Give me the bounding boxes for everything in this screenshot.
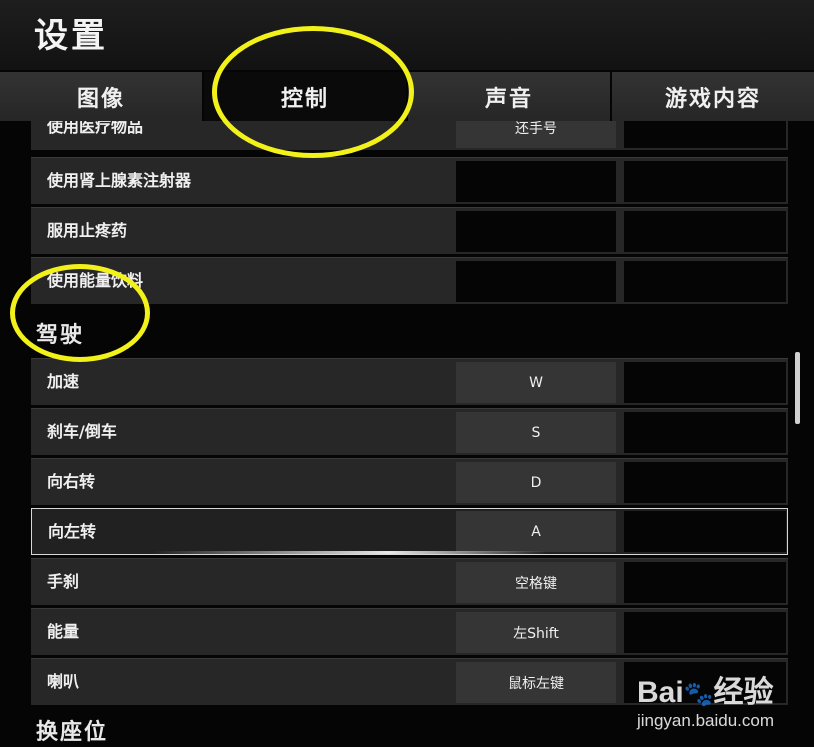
keybind-action-label: 使用能量饮料 xyxy=(47,271,144,290)
keybind-action-label: 喇叭 xyxy=(47,672,80,691)
keybind-row-use-adrenaline[interactable]: 使用肾上腺素注射器 xyxy=(31,157,788,204)
keybind-action-label: 手刹 xyxy=(47,572,80,591)
primary-key-slot[interactable]: 左Shift xyxy=(456,612,616,653)
primary-key-slot[interactable]: S xyxy=(456,412,616,453)
primary-key-slot[interactable]: 空格键 xyxy=(456,562,616,603)
secondary-key-slot[interactable] xyxy=(624,161,786,202)
baidu-jingyan-watermark: Bai🐾经验 jingyan.baidu.com xyxy=(637,667,774,731)
secondary-key-slot[interactable] xyxy=(624,211,786,252)
keybind-action-label: 向左转 xyxy=(48,522,97,541)
secondary-key-slot[interactable] xyxy=(624,562,786,603)
tab-controls[interactable]: 控制 xyxy=(204,72,406,121)
primary-key-slot[interactable] xyxy=(456,211,616,252)
primary-key-slot[interactable]: A xyxy=(456,511,616,552)
primary-key-slot[interactable] xyxy=(456,261,616,302)
secondary-key-slot[interactable] xyxy=(624,612,786,653)
settings-tabs: 图像 控制 声音 游戏内容 xyxy=(0,72,814,121)
keybind-row-turn-right[interactable]: 向右转 D xyxy=(31,458,788,505)
secondary-key-slot[interactable] xyxy=(624,511,786,552)
keybind-action-label: 使用肾上腺素注射器 xyxy=(47,171,192,190)
page-title: 设置 xyxy=(34,16,108,56)
keybind-action-label: 能量 xyxy=(47,622,80,641)
keybind-action-label: 服用止疼药 xyxy=(47,221,128,240)
keybind-row-accelerate[interactable]: 加速 W xyxy=(31,358,788,405)
keybind-row-handbrake[interactable]: 手刹 空格键 xyxy=(31,558,788,605)
keybind-row-use-painkiller[interactable]: 服用止疼药 xyxy=(31,207,788,254)
keybind-action-label: 刹车/倒车 xyxy=(47,422,117,441)
keybind-row-use-medkit[interactable]: 使用医疗物品 还手号 xyxy=(31,121,788,150)
tab-gameplay[interactable]: 游戏内容 xyxy=(612,72,814,121)
settings-header: 设置 xyxy=(0,0,814,70)
keybind-action-label: 使用医疗物品 xyxy=(47,121,144,136)
primary-key-slot[interactable]: 还手号 xyxy=(456,121,616,148)
primary-key-slot[interactable]: W xyxy=(456,362,616,403)
keybind-row-boost[interactable]: 能量 左Shift xyxy=(31,608,788,655)
primary-key-slot[interactable]: 鼠标左键 xyxy=(456,662,616,703)
keybind-row-use-energy-drink[interactable]: 使用能量饮料 xyxy=(31,257,788,304)
secondary-key-slot[interactable] xyxy=(624,412,786,453)
list-scrollbar[interactable] xyxy=(795,352,800,424)
paw-icon: 🐾 xyxy=(683,680,714,708)
primary-key-slot[interactable] xyxy=(456,161,616,202)
watermark-logo-suffix: 经验 xyxy=(713,676,774,709)
keybind-row-brake-reverse[interactable]: 刹车/倒车 S xyxy=(31,408,788,455)
section-title-switch-seat: 换座位 xyxy=(36,720,109,745)
secondary-key-slot[interactable] xyxy=(624,362,786,403)
secondary-key-slot[interactable] xyxy=(624,121,786,148)
keybinding-list: 使用医疗物品 还手号 使用肾上腺素注射器 服用止疼药 使用能量饮料 驾驶 加速 … xyxy=(0,121,814,747)
section-title-driving: 驾驶 xyxy=(36,323,85,348)
secondary-key-slot[interactable] xyxy=(624,261,786,302)
watermark-logo-text: Bai xyxy=(636,676,684,709)
tab-sound[interactable]: 声音 xyxy=(408,72,610,121)
primary-key-slot[interactable]: D xyxy=(456,462,616,503)
tab-graphics[interactable]: 图像 xyxy=(0,72,202,121)
keybind-row-turn-left[interactable]: 向左转 A xyxy=(31,508,788,555)
watermark-url: jingyan.baidu.com xyxy=(636,711,774,730)
keybind-action-label: 向右转 xyxy=(47,472,96,491)
secondary-key-slot[interactable] xyxy=(624,462,786,503)
keybind-action-label: 加速 xyxy=(47,372,80,391)
